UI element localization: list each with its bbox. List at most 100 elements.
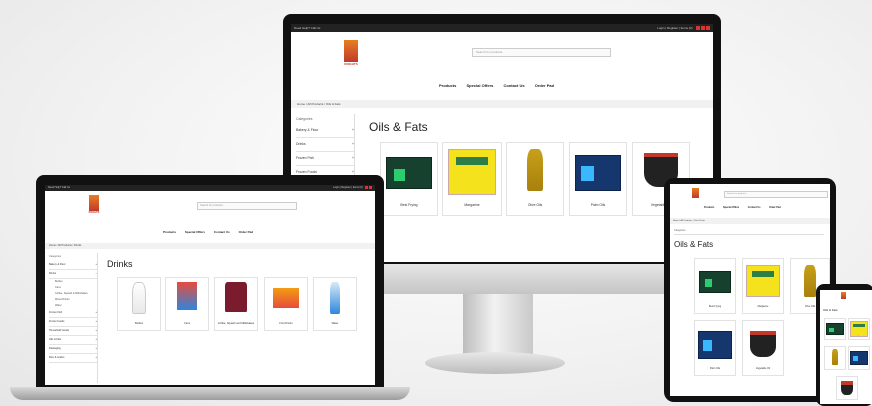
plus-icon[interactable]: + bbox=[96, 309, 97, 317]
plus-icon[interactable]: + bbox=[96, 318, 97, 326]
nav-contact-us[interactable]: Contact Us bbox=[214, 230, 230, 234]
plus-icon[interactable]: + bbox=[352, 152, 354, 165]
desktop-page-title: Oils & Fats bbox=[369, 120, 428, 134]
product-card[interactable]: Best Frying bbox=[380, 142, 438, 216]
laptop-search-input[interactable]: Search for products... bbox=[197, 202, 297, 210]
product-card[interactable]: Margarine bbox=[442, 142, 502, 216]
user-icon[interactable] bbox=[369, 185, 372, 189]
nav-order-pad[interactable]: Order Pad bbox=[239, 230, 254, 234]
categories-heading[interactable]: Categories bbox=[674, 228, 824, 235]
product-card[interactable]: Olive Oils bbox=[506, 142, 564, 216]
logo-mark-icon bbox=[89, 195, 99, 211]
product-card[interactable]: Coffee, Squash and Milkshakes bbox=[214, 277, 258, 331]
product-image bbox=[448, 149, 496, 195]
logo-text: KNIGHTS bbox=[88, 211, 100, 214]
nav-contact-us[interactable]: Contact Us bbox=[748, 206, 761, 209]
product-card[interactable]: Vegetable Oil bbox=[836, 376, 858, 400]
sidebar-item-bakery[interactable]: Bakery & Flour + bbox=[49, 261, 97, 270]
product-name: Cans bbox=[183, 322, 191, 325]
topbar-account-links[interactable]: Login | Register | Items (0) bbox=[333, 185, 362, 191]
breadcrumb-text[interactable]: Home / All Products / Drinks bbox=[49, 244, 81, 247]
cart-icon[interactable] bbox=[365, 185, 369, 189]
cart-icon[interactable] bbox=[696, 26, 701, 31]
sidebar-item-drinks[interactable]: Drinks – bbox=[49, 270, 97, 279]
topbar-help: Need Help? Call Us bbox=[48, 186, 70, 189]
plus-icon[interactable]: + bbox=[96, 354, 97, 362]
plus-icon[interactable]: + bbox=[352, 124, 354, 137]
product-image bbox=[826, 323, 844, 335]
product-image bbox=[177, 282, 197, 310]
product-name: Margarine bbox=[757, 305, 769, 308]
site-logo[interactable] bbox=[838, 292, 848, 300]
product-image bbox=[698, 331, 732, 359]
product-card[interactable]: Palm Oils bbox=[848, 346, 870, 370]
nav-products[interactable]: Products bbox=[704, 206, 714, 209]
product-name: Palm Oils bbox=[709, 367, 721, 370]
breadcrumb-text[interactable]: Home / All Products / Oils & Fats bbox=[297, 102, 341, 106]
product-card[interactable]: Vegetable Oil bbox=[742, 320, 784, 376]
sidebar-item-frozen-fish[interactable]: Frozen Fish + bbox=[296, 152, 354, 166]
product-image bbox=[746, 265, 780, 297]
site-logo[interactable] bbox=[688, 188, 702, 204]
plus-icon[interactable]: + bbox=[96, 261, 97, 269]
product-card[interactable]: Olive Oils bbox=[824, 346, 846, 370]
search-placeholder: Search for products... bbox=[476, 50, 505, 54]
categories-heading: Categories bbox=[49, 255, 62, 258]
tablet-search-input[interactable]: Search for products... bbox=[724, 191, 828, 198]
sidebar-item-oils[interactable]: Oils & Fats + bbox=[49, 336, 97, 345]
laptop-topbar: Need Help? Call Us Login | Register | It… bbox=[45, 185, 375, 191]
monitor-stand-base bbox=[425, 352, 565, 374]
nav-products[interactable]: Products bbox=[439, 83, 456, 88]
breadcrumb-text[interactable]: Home / All Products / Oils & Fats bbox=[673, 220, 705, 222]
user-icon[interactable] bbox=[701, 26, 706, 31]
menu-icon[interactable] bbox=[706, 26, 710, 31]
product-card[interactable]: Water bbox=[313, 277, 357, 331]
product-card[interactable]: Best Frying bbox=[694, 258, 736, 314]
nav-order-pad[interactable]: Order Pad bbox=[769, 206, 781, 209]
sidebar-item-frozen-fish[interactable]: Frozen Fish + bbox=[49, 309, 97, 318]
sidebar-item-rice[interactable]: Rice & Grains + bbox=[49, 354, 97, 363]
product-card[interactable]: Fruit Drinks bbox=[264, 277, 308, 331]
product-card[interactable]: Margarine bbox=[848, 318, 870, 340]
minus-icon[interactable]: – bbox=[96, 270, 97, 278]
product-card[interactable]: Palm Oils bbox=[694, 320, 736, 376]
plus-icon[interactable]: + bbox=[96, 327, 97, 335]
phone-screen: Oils & Fats Best Frying Margarine Olive … bbox=[820, 290, 872, 404]
phone-page-title: Oils & Fats bbox=[823, 308, 838, 312]
desktop-main-nav: Products Special Offers Contact Us Order… bbox=[439, 83, 554, 88]
nav-special-offers[interactable]: Special Offers bbox=[185, 230, 205, 234]
sidebar-item-bakery[interactable]: Bakery & Flour + bbox=[296, 124, 354, 138]
sidebar-item-label: Household Goods bbox=[49, 329, 70, 332]
product-name: Best Frying bbox=[400, 203, 418, 207]
nav-special-offers[interactable]: Special Offers bbox=[466, 83, 493, 88]
sidebar-item-household[interactable]: Household Goods + bbox=[49, 327, 97, 336]
plus-icon[interactable]: + bbox=[96, 345, 97, 353]
site-logo[interactable]: KNIGHTS bbox=[79, 195, 109, 225]
product-card[interactable]: Cans bbox=[165, 277, 209, 331]
product-card[interactable]: Best Frying bbox=[824, 318, 846, 340]
site-logo[interactable]: KNIGHTS bbox=[331, 40, 371, 78]
laptop-main-nav: Products Special Offers Contact Us Order… bbox=[163, 230, 253, 234]
topbar-help: Need Help? Call Us bbox=[294, 26, 321, 30]
product-card[interactable]: Palm Oils bbox=[569, 142, 627, 216]
plus-icon[interactable]: + bbox=[96, 336, 97, 344]
plus-icon[interactable]: + bbox=[352, 138, 354, 151]
nav-products[interactable]: Products bbox=[163, 230, 176, 234]
sidebar-item-packaging[interactable]: Packaging + bbox=[49, 345, 97, 354]
product-card[interactable]: Bottles bbox=[117, 277, 161, 331]
product-name: Palm Oils bbox=[855, 366, 863, 367]
topbar-account-links[interactable]: Login | Register | Items (0) bbox=[657, 24, 692, 32]
laptop-breadcrumb: Home / All Products / Drinks bbox=[45, 243, 375, 249]
sidebar-item-label: Bakery & Flour bbox=[49, 263, 66, 266]
product-image bbox=[850, 351, 868, 365]
nav-contact-us[interactable]: Contact Us bbox=[504, 83, 525, 88]
sidebar-item-drinks[interactable]: Drinks + bbox=[296, 138, 354, 152]
nav-order-pad[interactable]: Order Pad bbox=[535, 83, 554, 88]
sidebar-item-frozen-foods[interactable]: Frozen Foods + bbox=[49, 318, 97, 327]
nav-special-offers[interactable]: Special Offers bbox=[723, 206, 739, 209]
product-name: Fruit Drinks bbox=[279, 322, 293, 325]
product-card[interactable]: Margarine bbox=[742, 258, 784, 314]
tablet-main-nav: Products Special Offers Contact Us Order… bbox=[704, 206, 781, 209]
sidebar-item-label: Packaging bbox=[49, 347, 61, 350]
desktop-search-input[interactable]: Search for products... bbox=[472, 48, 611, 57]
